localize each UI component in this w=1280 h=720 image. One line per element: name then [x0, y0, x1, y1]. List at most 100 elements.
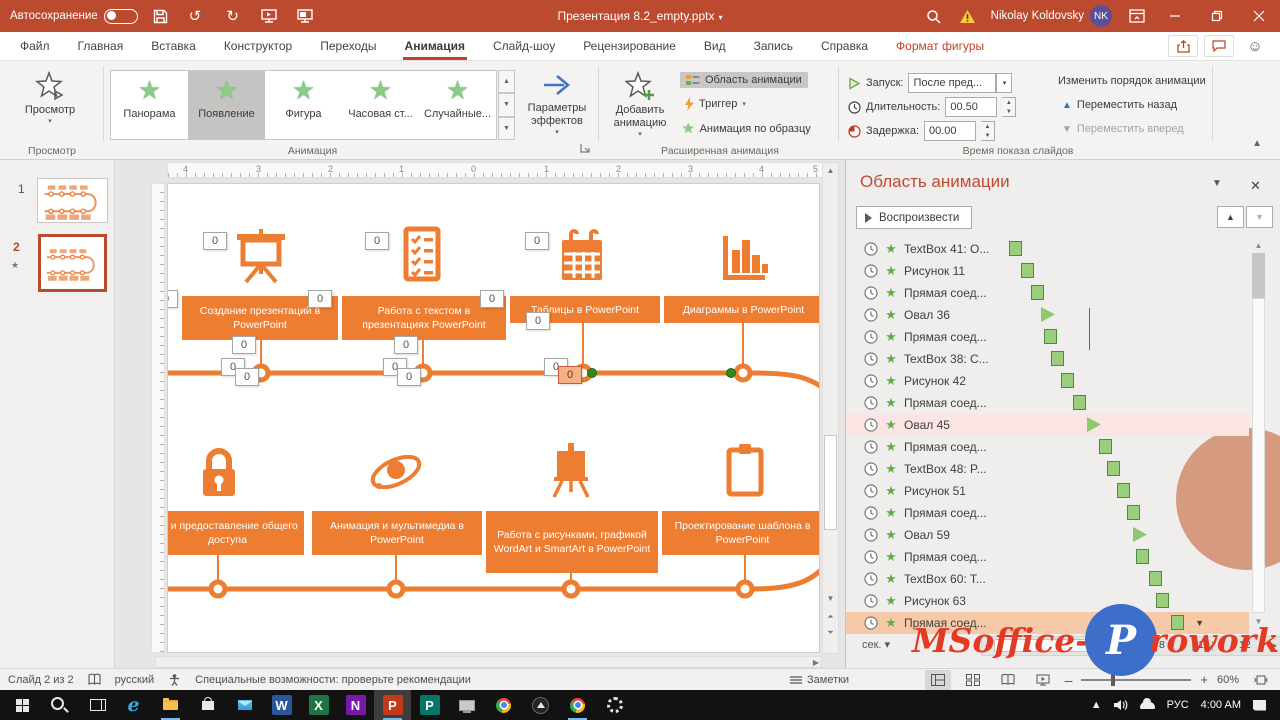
- animation-item[interactable]: ★ Овал 59 ▼: [846, 524, 1249, 546]
- accessibility-icon[interactable]: [168, 673, 181, 686]
- publisher-icon[interactable]: P: [411, 690, 448, 720]
- animation-item[interactable]: ★ Прямая соед... ▼: [846, 436, 1249, 458]
- checklist-icon[interactable]: [394, 226, 450, 282]
- animation-item[interactable]: ★ Рисунок 63 ▼: [846, 590, 1249, 612]
- animation-item[interactable]: ★ Рисунок 42 ▼: [846, 370, 1249, 392]
- animation-item[interactable]: ★ Рисунок 51 ▼: [846, 480, 1249, 502]
- zoom-in-button[interactable]: +: [1200, 672, 1208, 687]
- presentation-board-icon[interactable]: [233, 228, 289, 284]
- notes-button[interactable]: Заметки: [790, 674, 849, 686]
- item-dropdown-icon[interactable]: ▼: [1195, 618, 1204, 628]
- table-calendar-icon[interactable]: [554, 228, 610, 284]
- timing-bar[interactable]: [1133, 527, 1147, 542]
- timing-bar[interactable]: [1021, 263, 1034, 278]
- animation-item[interactable]: ★ Прямая соед... ▼: [846, 502, 1249, 524]
- duration-input[interactable]: 00.50: [945, 97, 997, 117]
- word-icon[interactable]: W: [263, 690, 300, 720]
- customize-quick-access-toolbar-button[interactable]: ⌄: [328, 4, 354, 28]
- slideshow-view-button[interactable]: [1030, 670, 1056, 690]
- animation-item[interactable]: ★ Овал 45 ▼: [846, 414, 1249, 436]
- animation-item[interactable]: ★ Прямая соед... ▼: [846, 282, 1249, 304]
- delay-input[interactable]: 00.00: [924, 121, 976, 141]
- mail-icon[interactable]: [226, 690, 263, 720]
- next-slide-icon[interactable]: ⏷: [823, 625, 838, 640]
- remote-desktop-icon[interactable]: [448, 690, 485, 720]
- powerpoint-icon[interactable]: P: [374, 690, 411, 720]
- fit-to-window-button[interactable]: [1248, 670, 1274, 690]
- spellcheck-icon[interactable]: [88, 673, 101, 686]
- timing-bar[interactable]: [1156, 593, 1169, 608]
- edge-icon[interactable]: e: [115, 690, 152, 720]
- trigger-button[interactable]: Триггер ▾: [682, 97, 746, 111]
- ribbon-tab[interactable]: Главная: [64, 32, 138, 60]
- slide-shape-label[interactable]: Проектирование шаблона в PowerPoint: [662, 511, 820, 555]
- undo-button[interactable]: ↺▾: [184, 4, 210, 28]
- slide-vertical-scrollbar[interactable]: ▲ ▼ ⏶ ⏷: [822, 162, 839, 654]
- timing-bar[interactable]: [1107, 461, 1120, 476]
- animation-style-item[interactable]: ★ Панорама: [111, 71, 188, 139]
- timing-bar[interactable]: [1136, 549, 1149, 564]
- animation-item[interactable]: ★ Прямая соед... ▼: [846, 392, 1249, 414]
- timing-bar[interactable]: [1127, 505, 1140, 520]
- move-later-button[interactable]: ▼ Переместить вперед: [1062, 123, 1184, 135]
- timing-bar[interactable]: [1117, 483, 1130, 498]
- warning-icon[interactable]: [951, 0, 985, 32]
- slide-shape-label[interactable]: Создание презентаций в PowerPoint: [182, 296, 338, 340]
- user-name[interactable]: Nikolay Koldovsky: [991, 10, 1084, 22]
- clock[interactable]: 4:00 AM: [1201, 699, 1241, 711]
- chrome-icon[interactable]: [485, 690, 522, 720]
- move-earlier-pane-button[interactable]: ▲: [1217, 206, 1244, 228]
- play-from-button[interactable]: Воспроизвести: [856, 206, 972, 229]
- close-button[interactable]: [1238, 0, 1280, 32]
- onenote-icon[interactable]: N: [337, 690, 374, 720]
- ribbon-tab[interactable]: Слайд-шоу: [479, 32, 569, 60]
- ribbon-tab[interactable]: Запись: [740, 32, 807, 60]
- scroll-down-icon[interactable]: ▼: [823, 591, 838, 606]
- start-from-current-slide-button[interactable]: [292, 4, 318, 28]
- slide-counter[interactable]: Слайд 2 из 2: [8, 674, 74, 686]
- lock-icon[interactable]: [191, 444, 247, 500]
- collapse-ribbon-icon[interactable]: ▲: [1252, 138, 1262, 149]
- ribbon-tab[interactable]: Рецензирование: [569, 32, 690, 60]
- timing-bar[interactable]: [1087, 417, 1101, 432]
- slide-canvas[interactable]: Создание презентаций в PowerPoint Работа…: [167, 183, 820, 653]
- restore-button[interactable]: [1196, 0, 1238, 32]
- timing-bar[interactable]: [1009, 241, 1022, 256]
- timing-bar[interactable]: [1051, 351, 1064, 366]
- excel-icon[interactable]: X: [300, 690, 337, 720]
- start-combo[interactable]: После пред...: [908, 73, 996, 93]
- ribbon-tab[interactable]: Вставка: [137, 32, 210, 60]
- animation-item[interactable]: ★ TextBox 41: O... ▼: [846, 238, 1249, 260]
- pane-scroll-up-icon[interactable]: ▲: [1251, 238, 1266, 252]
- animation-item[interactable]: ★ TextBox 48: P... ▼: [846, 458, 1249, 480]
- animation-style-item[interactable]: ★ Фигура: [265, 71, 342, 139]
- start-from-beginning-button[interactable]: [256, 4, 282, 28]
- move-earlier-button[interactable]: ▲ Переместить назад: [1062, 99, 1177, 111]
- slide-shape-label[interactable]: Диаграммы в PowerPoint: [664, 296, 820, 323]
- animation-painter-button[interactable]: ★ Анимация по образцу: [682, 120, 811, 137]
- animation-item[interactable]: ★ TextBox 60: T... ▼: [846, 568, 1249, 590]
- add-animation-button[interactable]: Добавить анимацию ▾: [605, 71, 675, 138]
- duration-spinner[interactable]: ▲▼: [1002, 97, 1016, 117]
- delay-spinner[interactable]: ▲▼: [981, 121, 995, 141]
- search-icon[interactable]: [41, 690, 78, 720]
- autosave-control[interactable]: Автосохранение: [10, 9, 138, 24]
- language-indicator[interactable]: русский: [115, 674, 154, 686]
- task-view-icon[interactable]: [78, 690, 115, 720]
- normal-view-button[interactable]: [925, 670, 951, 690]
- start-combo-dropdown-icon[interactable]: ▾: [996, 73, 1012, 93]
- animation-dialog-launcher-icon[interactable]: [580, 143, 592, 155]
- timing-bar[interactable]: [1149, 571, 1162, 586]
- dark-app-icon[interactable]: [522, 690, 559, 720]
- reading-view-button[interactable]: [995, 670, 1021, 690]
- timing-bar[interactable]: [1099, 439, 1112, 454]
- ribbon-tab[interactable]: Файл: [6, 32, 64, 60]
- zoom-slider[interactable]: [1081, 679, 1191, 681]
- minimize-button[interactable]: [1154, 0, 1196, 32]
- animation-item[interactable]: ★ Рисунок 11 ▼: [846, 260, 1249, 282]
- redo-button[interactable]: ↻: [220, 4, 246, 28]
- save-button[interactable]: [148, 4, 174, 28]
- share-icon[interactable]: [1168, 35, 1198, 57]
- timing-bar[interactable]: [1044, 329, 1057, 344]
- animation-style-item[interactable]: ★ Часовая ст...: [342, 71, 419, 139]
